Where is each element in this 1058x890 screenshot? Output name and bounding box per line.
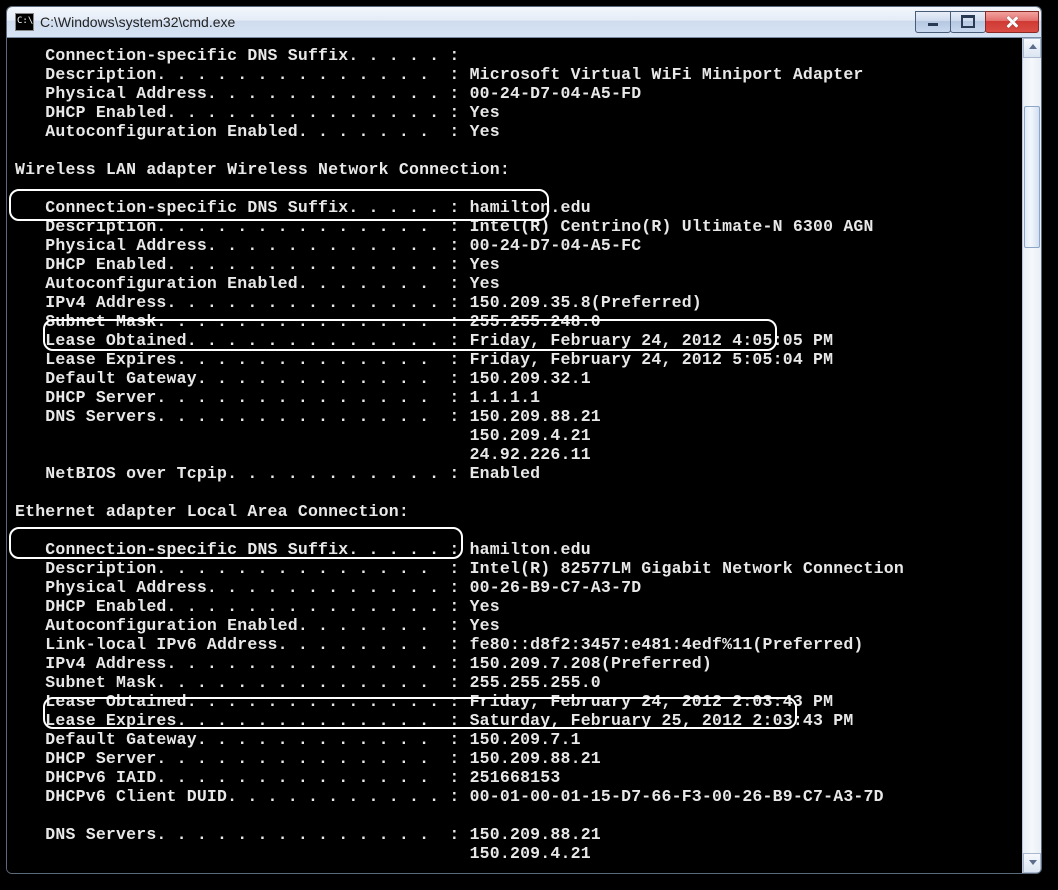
command-prompt-window: C:\ C:\Windows\system32\cmd.exe Connecti… [6,6,1042,874]
scroll-up-button[interactable] [1023,38,1041,58]
window-title: C:\Windows\system32\cmd.exe [40,14,916,30]
scroll-thumb[interactable] [1024,106,1040,248]
highlight-box [9,527,463,559]
client-area: Connection-specific DNS Suffix. . . . . … [7,38,1041,873]
highlight-box [43,319,777,351]
highlight-box [9,189,549,221]
titlebar[interactable]: C:\ C:\Windows\system32\cmd.exe [7,7,1041,38]
highlight-box [43,697,797,729]
terminal-output[interactable]: Connection-specific DNS Suffix. . . . . … [7,38,1022,873]
cmd-icon[interactable]: C:\ [15,13,34,31]
window-buttons [916,12,1039,33]
minimize-button[interactable] [915,11,951,33]
scroll-down-button[interactable] [1023,853,1041,873]
close-button[interactable] [985,11,1039,33]
maximize-button[interactable] [950,11,986,33]
vertical-scrollbar[interactable] [1022,38,1041,873]
